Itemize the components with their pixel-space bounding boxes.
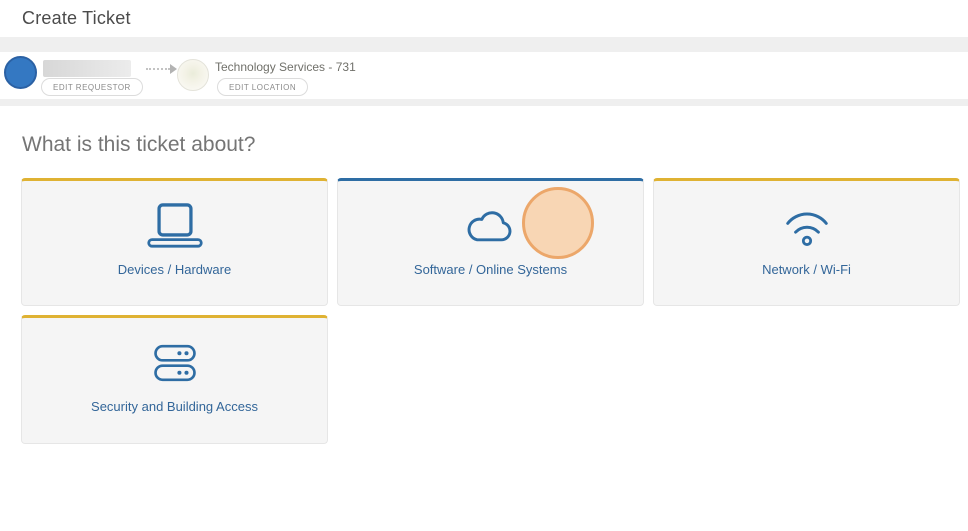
requestor-name-redacted — [43, 60, 131, 77]
divider-strip — [0, 99, 968, 106]
arrow-head — [170, 64, 177, 74]
category-card-security-building-access[interactable]: Security and Building Access — [21, 315, 328, 444]
divider-strip — [0, 37, 968, 52]
laptop-icon — [145, 198, 205, 254]
page-header: Create Ticket — [0, 0, 968, 37]
category-card-devices-hardware[interactable]: Devices / Hardware — [21, 178, 328, 306]
edit-location-button[interactable]: EDIT LOCATION — [217, 78, 308, 96]
dotted-right-arrow-icon — [146, 64, 178, 74]
location-avatar — [177, 59, 209, 91]
category-card-network-wifi[interactable]: Network / Wi-Fi — [653, 178, 960, 306]
category-label: Network / Wi-Fi — [762, 262, 851, 277]
category-card-software-online-systems[interactable]: Software / Online Systems — [337, 178, 644, 306]
wifi-icon — [777, 198, 837, 254]
edit-requestor-button[interactable]: EDIT REQUESTOR — [41, 78, 143, 96]
category-label: Security and Building Access — [91, 399, 258, 414]
category-label: Software / Online Systems — [414, 262, 567, 277]
requestor-location-bar: EDIT REQUESTOR Technology Services - 731… — [0, 52, 968, 99]
servers-icon — [152, 335, 198, 391]
cloud-icon — [463, 198, 519, 254]
requestor-avatar — [4, 56, 37, 89]
question-heading: What is this ticket about? — [22, 133, 255, 157]
click-indicator — [522, 187, 594, 259]
location-name: Technology Services - 731 — [215, 60, 356, 74]
page-title: Create Ticket — [22, 8, 131, 29]
arrow-dots — [146, 68, 170, 70]
category-label: Devices / Hardware — [118, 262, 231, 277]
ticket-category-section: What is this ticket about? Devices / Har… — [0, 106, 968, 531]
